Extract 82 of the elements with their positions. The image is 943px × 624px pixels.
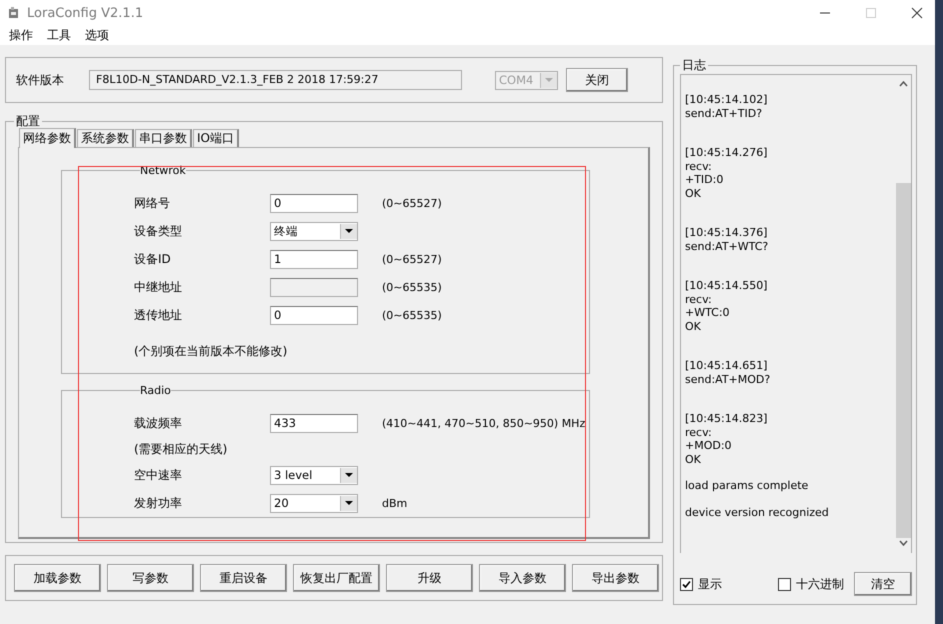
dropdown[interactable]: 20 xyxy=(270,494,358,512)
group-title: Radio xyxy=(140,384,171,397)
log-line: [10:45:14.823] xyxy=(685,412,768,426)
tab[interactable]: 系统参数 xyxy=(77,129,134,147)
log-line: recv: xyxy=(685,292,713,306)
show-checkbox[interactable]: 显示 xyxy=(680,576,722,592)
caret-icon xyxy=(345,500,353,506)
log-line: recv: xyxy=(685,160,713,173)
caret-icon xyxy=(345,472,353,478)
field-label: (需要相应的天线) xyxy=(134,440,228,458)
field-label: 设备类型 xyxy=(134,222,183,240)
menu-item[interactable]: 工具 xyxy=(47,27,71,44)
log-line: send:AT+TID? xyxy=(685,106,764,120)
log-line: send:AT+WTC? xyxy=(685,240,770,253)
log-line: OK xyxy=(685,452,702,466)
log-line: [10:45:14.102] xyxy=(685,93,768,106)
group-title: 日志 xyxy=(681,57,707,74)
close-button[interactable]: 关闭 xyxy=(566,68,628,92)
log-line: send:AT+MOD? xyxy=(685,372,772,386)
input-field[interactable]: 1 xyxy=(270,250,358,268)
input-field[interactable]: 0 xyxy=(270,194,358,212)
dropdown[interactable]: 3 level xyxy=(270,466,358,484)
window-title: LoraConfig V2.1.1 xyxy=(27,6,144,20)
checkbox[interactable] xyxy=(778,578,791,590)
log-line: [10:45:14.651] xyxy=(685,359,768,372)
caret-icon xyxy=(345,228,353,234)
log-line: OK xyxy=(685,320,702,333)
scroll-up-icon[interactable] xyxy=(899,81,908,87)
dropdown[interactable]: 终端 xyxy=(270,222,358,240)
log-line: recv: xyxy=(685,426,713,439)
log-line: [10:45:14.376] xyxy=(685,226,768,240)
field-label: 发射功率 xyxy=(134,494,183,512)
log-line: +WTC:0 xyxy=(685,306,731,320)
action-button[interactable]: 重启设备 xyxy=(200,564,287,592)
range-hint: (0~65535) xyxy=(382,280,442,294)
action-button[interactable]: 恢复出厂配置 xyxy=(293,564,380,592)
field-label: 网络号 xyxy=(134,194,171,212)
log-line: [10:45:14.550] xyxy=(685,279,768,292)
version-field: F8L10D-N_STANDARD_V2.1.3_FEB 2 2018 17:59:27 xyxy=(89,70,462,90)
field-label: 载波频率 xyxy=(134,414,183,432)
menu-item[interactable]: 操作 xyxy=(9,27,33,44)
input-field[interactable]: 0 xyxy=(270,306,358,324)
scroll-down-icon[interactable] xyxy=(899,540,908,546)
version-label: 软件版本 xyxy=(16,72,65,88)
checkbox-label: 十六进制 xyxy=(796,576,844,592)
log-line: OK xyxy=(685,186,702,200)
field-label: 透传地址 xyxy=(134,306,183,324)
log-line: [10:45:14.276] xyxy=(685,146,768,160)
tab[interactable]: 串口参数 xyxy=(135,129,192,147)
scroll-thumb[interactable] xyxy=(896,183,911,538)
hex-checkbox[interactable]: 十六进制 xyxy=(778,576,844,592)
group-title: 配置 xyxy=(15,113,41,130)
field-label: 中继地址 xyxy=(134,278,183,296)
action-button[interactable]: 导出参数 xyxy=(572,564,659,592)
tab[interactable]: IO端口 xyxy=(193,129,239,147)
action-button[interactable]: 加载参数 xyxy=(14,564,101,592)
log-line: load params complete xyxy=(685,479,810,492)
log-line: +MOD:0 xyxy=(685,439,733,452)
clear-button[interactable]: 清空 xyxy=(854,572,912,596)
range-hint: (0~65535) xyxy=(382,308,442,322)
menu-item[interactable]: 选项 xyxy=(85,27,109,44)
field-label: 空中速率 xyxy=(134,466,183,484)
tab[interactable]: 网络参数 xyxy=(19,128,76,148)
close-icon[interactable] xyxy=(911,7,923,19)
input-field[interactable]: 433 xyxy=(270,414,358,432)
caret-icon xyxy=(545,78,553,82)
action-button[interactable]: 导入参数 xyxy=(479,564,566,592)
action-button[interactable]: 升级 xyxy=(386,564,473,592)
checkbox[interactable] xyxy=(680,578,693,590)
checkbox-label: 显示 xyxy=(698,576,722,592)
field-label: (个别项在当前版本不能修改) xyxy=(134,342,288,360)
range-hint: (410~441, 470~510, 850~950) MHz xyxy=(382,416,586,430)
range-hint: dBm xyxy=(382,496,408,510)
group-title: Netwrok xyxy=(140,164,186,177)
field-label: 设备ID xyxy=(134,250,172,268)
app-icon xyxy=(7,6,21,20)
check-icon xyxy=(682,580,691,588)
range-hint: (0~65527) xyxy=(382,196,442,210)
log-line: +TID:0 xyxy=(685,173,724,186)
log-line: device version recognized xyxy=(685,506,830,519)
range-hint: (0~65527) xyxy=(382,252,442,266)
action-button[interactable]: 写参数 xyxy=(107,564,194,592)
